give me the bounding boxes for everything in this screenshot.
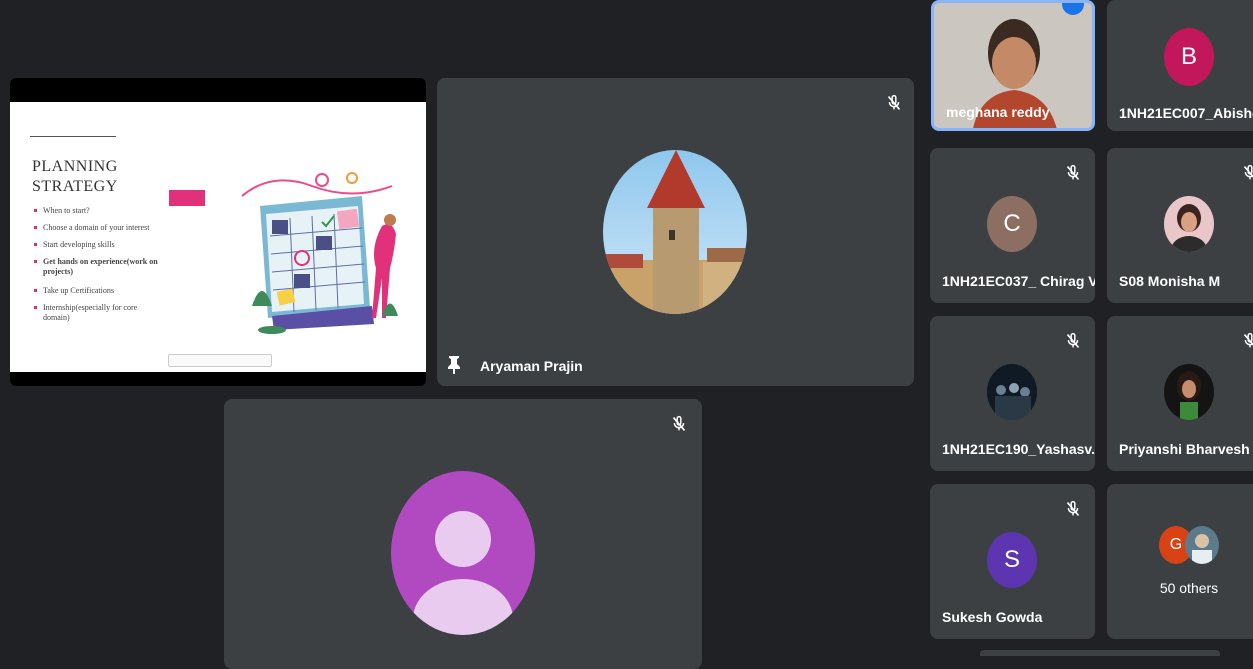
bottom-strip	[980, 650, 1220, 656]
pin-icon[interactable]	[445, 354, 463, 374]
participant-name: 1NH21EC037_ Chirag V	[942, 273, 1095, 289]
avatar	[603, 150, 747, 314]
participant-tile-priyanshi[interactable]: Priyanshi Bharvesh	[1107, 316, 1253, 471]
participant-tile-monisha[interactable]: S08 Monisha M	[1107, 148, 1253, 303]
mic-off-icon	[1062, 330, 1084, 352]
slide-bullet: Choose a domain of your interest	[43, 223, 173, 233]
mic-off-icon	[1062, 498, 1084, 520]
mic-off-icon	[1239, 162, 1253, 184]
mic-off-icon	[1239, 330, 1253, 352]
participant-tile-meghana[interactable]: meghana reddy	[931, 0, 1095, 131]
slide-pink-box	[169, 190, 205, 206]
calendar-illustration	[232, 166, 404, 336]
avatar	[1164, 364, 1214, 420]
slide-rule	[30, 136, 116, 137]
participant-tile-abishek[interactable]: B 1NH21EC007_Abishe...	[1107, 0, 1253, 131]
participant-tile-sukesh[interactable]: S Sukesh Gowda	[930, 484, 1095, 639]
participant-name: S08 Monisha M	[1119, 273, 1220, 289]
participant-name: Aryaman Prajin	[480, 358, 583, 374]
slide-bullet: Internship(especially for core domain)	[43, 303, 153, 323]
participant-name: Sukesh Gowda	[942, 609, 1042, 625]
avatar: S	[987, 532, 1037, 588]
participant-name: Priyanshi Bharvesh	[1119, 441, 1250, 457]
castle-avatar	[603, 150, 747, 314]
participant-name: 1NH21EC190_Yashasv...	[942, 441, 1095, 457]
slide-bullet: Take up Certifications	[43, 286, 163, 296]
slide-bullet: Get hands on experience(work on projects…	[43, 257, 163, 277]
presentation-tile[interactable]: PLANNING STRATEGY When to start? Choose …	[10, 78, 426, 386]
participant-tile-yashasv[interactable]: 1NH21EC190_Yashasv...	[930, 316, 1095, 471]
slide-bullet: When to start?	[43, 206, 163, 216]
avatar	[987, 364, 1037, 420]
participant-tile-chirag[interactable]: C 1NH21EC037_ Chirag V	[930, 148, 1095, 303]
avatar	[1164, 196, 1214, 252]
participant-tile-bottom[interactable]	[224, 399, 702, 669]
screen-share-banner	[168, 354, 272, 367]
avatar: B	[1164, 28, 1214, 86]
default-person-icon	[391, 471, 535, 635]
presentation-slide: PLANNING STRATEGY When to start? Choose …	[10, 102, 426, 372]
slide-title-line2: STRATEGY	[32, 178, 118, 196]
participant-name: 50 others	[1107, 580, 1253, 596]
mic-off-icon	[1062, 162, 1084, 184]
avatar: C	[987, 196, 1037, 252]
slide-title-line1: PLANNING	[32, 158, 118, 176]
mic-off-icon	[668, 413, 690, 435]
avatar	[1185, 526, 1219, 564]
participant-name: 1NH21EC007_Abishe...	[1119, 105, 1253, 121]
mic-off-icon	[883, 92, 905, 114]
slide-bullet: Start developing skills	[43, 240, 163, 250]
others-tile[interactable]: G 50 others	[1107, 484, 1253, 639]
avatar	[391, 471, 535, 635]
participant-name: meghana reddy	[946, 104, 1049, 120]
participant-tile-aryaman[interactable]: Aryaman Prajin	[437, 78, 914, 386]
